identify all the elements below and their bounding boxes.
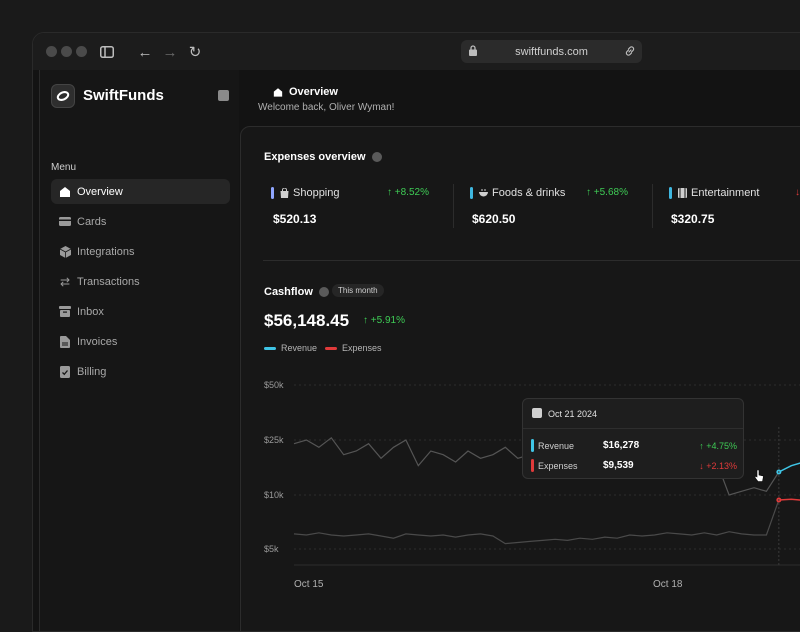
series-color-bar	[531, 459, 534, 472]
sidebar-item-label: Integrations	[77, 245, 135, 258]
series-color-bar	[531, 439, 534, 452]
app-name: SwiftFunds	[83, 87, 164, 104]
minimize-window-dot[interactable]	[61, 46, 72, 57]
tooltip-label: Revenue	[538, 441, 575, 451]
sidebar-item-cards[interactable]: Cards	[51, 209, 230, 234]
sidebar-item-billing[interactable]: Billing	[51, 359, 230, 384]
sidebar-item-label: Invoices	[77, 335, 118, 348]
forward-arrow-icon[interactable]: →	[160, 42, 180, 62]
browser-toolbar: ← → ↻ swiftfunds.com	[33, 33, 800, 70]
address-bar[interactable]: swiftfunds.com	[461, 40, 642, 63]
tooltip-value: $9,539	[603, 460, 634, 471]
sidebar-toggle-icon[interactable]	[97, 42, 117, 62]
tooltip-change: ↑ +4.75%	[699, 441, 737, 451]
tooltip-value: $16,278	[603, 440, 640, 451]
tooltip-date: Oct 21 2024	[548, 409, 598, 419]
document-icon	[59, 335, 71, 348]
welcome-message: Welcome back, Oliver Wyman!	[258, 102, 395, 113]
sidebar-item-label: Overview	[77, 185, 123, 198]
sidebar-item-label: Transactions	[77, 275, 140, 288]
sidebar-item-label: Inbox	[77, 305, 104, 318]
sidebar-item-inbox[interactable]: Inbox	[51, 299, 230, 324]
chart-tooltip: Oct 21 2024 Revenue $16,278 ↑ +4.75% Exp…	[522, 398, 744, 479]
change-value: +2.13%	[706, 461, 737, 471]
check-file-icon	[59, 365, 71, 378]
divider	[523, 428, 743, 429]
sidebar-item-invoices[interactable]: Invoices	[51, 329, 230, 354]
swiftfunds-logo-icon	[51, 84, 75, 108]
card-icon	[59, 216, 71, 228]
series-line-revenue	[778, 462, 800, 473]
change-value: +4.75%	[706, 441, 737, 451]
close-window-dot[interactable]	[46, 46, 57, 57]
link-icon[interactable]	[624, 45, 636, 57]
back-arrow-icon[interactable]: ←	[135, 42, 155, 62]
tooltip-change: ↓ +2.13%	[699, 461, 737, 471]
series-line-expenses	[778, 498, 800, 501]
browser-window: ← → ↻ swiftfunds.com SwiftFunds Menu Ove…	[32, 32, 800, 632]
sidebar: SwiftFunds Menu Overview Cards Integrati…	[39, 70, 239, 631]
tooltip-label: Expenses	[538, 461, 578, 471]
calendar-icon	[532, 408, 542, 418]
sidebar-item-label: Billing	[77, 365, 107, 378]
cube-icon	[59, 245, 71, 258]
tooltip-row-revenue: Revenue $16,278 ↑ +4.75%	[531, 439, 737, 453]
cashflow-chart[interactable]	[241, 127, 800, 607]
sidebar-item-transactions[interactable]: ⇄ Transactions	[51, 269, 230, 294]
maximize-window-dot[interactable]	[76, 46, 87, 57]
tooltip-row-expenses: Expenses $9,539 ↓ +2.13%	[531, 459, 737, 473]
pointer-cursor-icon	[754, 470, 764, 482]
sidebar-item-label: Cards	[77, 215, 107, 228]
series-line-expenses-past	[293, 499, 780, 545]
reload-icon[interactable]: ↻	[185, 42, 205, 62]
url-text: swiftfunds.com	[515, 45, 588, 58]
home-icon	[273, 87, 283, 97]
arrows-icon: ⇄	[59, 274, 71, 289]
home-icon	[59, 186, 71, 198]
page-title-text: Overview	[289, 86, 338, 98]
inbox-icon	[59, 306, 71, 318]
sidebar-item-integrations[interactable]: Integrations	[51, 239, 230, 264]
collapse-sidebar-icon[interactable]	[218, 90, 229, 101]
menu-label: Menu	[51, 162, 77, 173]
main-panel: Expenses overview Shopping ↑ +8.52% $520…	[240, 126, 800, 631]
lock-icon	[469, 45, 477, 56]
page-title: Overview	[273, 86, 338, 98]
sidebar-item-overview[interactable]: Overview	[51, 179, 230, 204]
